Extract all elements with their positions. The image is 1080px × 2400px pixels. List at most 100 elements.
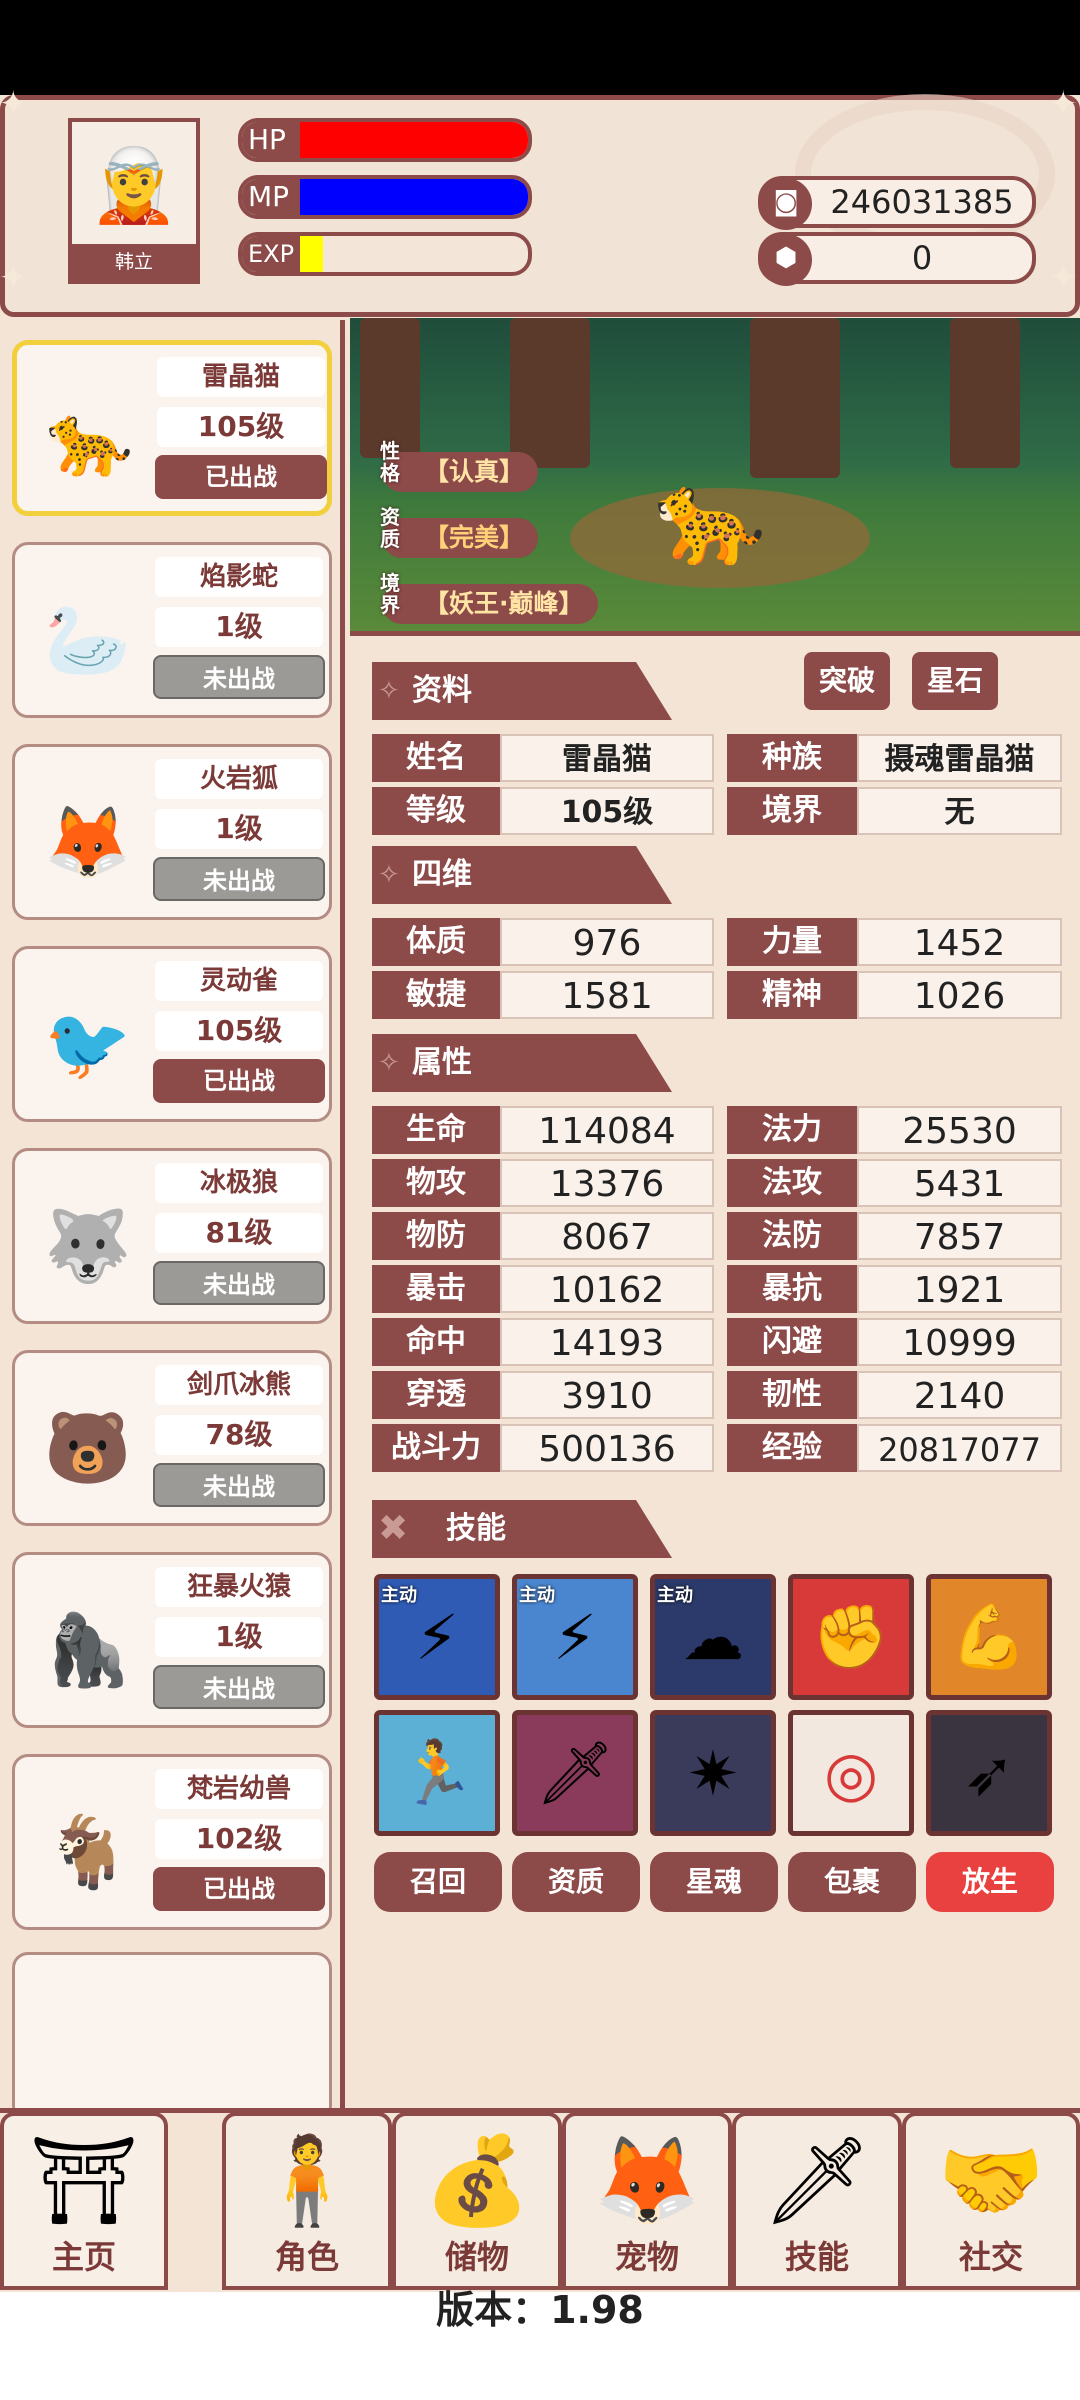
- nav-tab-sword[interactable]: 🗡 技能: [732, 2112, 902, 2290]
- pet-status-button[interactable]: 未出战: [153, 857, 325, 901]
- fist-skill-icon-glyph: ✊: [812, 1600, 890, 1673]
- corner-star-icon: ✦: [0, 84, 28, 124]
- pet-level: 105级: [157, 407, 325, 447]
- coin-counter[interactable]: ◙ 246031385: [758, 176, 1036, 230]
- stat-value: 20817077: [857, 1424, 1062, 1472]
- aptitude-button[interactable]: 资质: [512, 1852, 640, 1912]
- tree-trunk: [750, 318, 840, 478]
- stat-label: 法防: [727, 1212, 857, 1260]
- snake-icon: 🦢: [44, 598, 132, 681]
- nav-tab-pet-fox[interactable]: 🦊 宠物: [562, 2112, 732, 2290]
- lightning-cat-skill-icon[interactable]: ⚡ 主动: [374, 1574, 500, 1700]
- mp-bar: MP: [238, 175, 532, 219]
- exp-bar: EXP: [238, 232, 532, 276]
- pet-level: 102级: [155, 1819, 323, 1859]
- pet-card[interactable]: 🐐 梵岩幼兽 102级 已出战: [12, 1754, 332, 1930]
- pet-card[interactable]: 🐺 冰极狼 81级 未出战: [12, 1148, 332, 1324]
- nav-tab-character[interactable]: 🧍 角色: [222, 2112, 392, 2290]
- stat-label: 韧性: [727, 1371, 857, 1419]
- tree-trunk: [360, 318, 420, 458]
- panther-sprite-icon: 🐆: [653, 465, 767, 571]
- pet-status-button[interactable]: 未出战: [153, 655, 325, 699]
- stat-label: 姓名: [372, 734, 500, 782]
- stat-row: 姓名 雷晶猫 种族 摄魂雷晶猫: [372, 734, 1062, 786]
- recall-button[interactable]: 召回: [374, 1852, 502, 1912]
- stat-label: 敏捷: [372, 971, 500, 1019]
- section-header-info: ✧ 资料: [372, 662, 672, 720]
- gem-counter[interactable]: ⬢ 0: [758, 232, 1036, 286]
- pet-name: 梵岩幼兽: [155, 1769, 323, 1809]
- gem-icon: ⬢: [760, 234, 812, 286]
- crack-skill-icon-glyph: ✷: [687, 1736, 739, 1810]
- release-button[interactable]: 放生: [926, 1852, 1054, 1912]
- storm-cat-skill-icon[interactable]: ☁ 主动: [650, 1574, 776, 1700]
- pet-list[interactable]: 🐆 雷晶猫 105级 已出战 🦢 焰影蛇 1级 未出战 🦊 火岩狐 1级 未出战 🐦 灵动雀 105级 已出战…: [0, 320, 345, 2122]
- panther-icon: 🐆: [46, 398, 134, 481]
- empty-pet-slot[interactable]: [12, 1952, 332, 2122]
- slash-skill-icon[interactable]: 🗡: [512, 1710, 638, 1836]
- target-skill-icon[interactable]: ◎: [788, 1710, 914, 1836]
- nav-tab-handshake[interactable]: 🤝 社交: [902, 2112, 1080, 2290]
- stat-label: 命中: [372, 1318, 500, 1366]
- pet-card[interactable]: 🦍 狂暴火猿 1级 未出战: [12, 1552, 332, 1728]
- nav-tab-bag[interactable]: 💰 储物: [392, 2112, 562, 2290]
- player-avatar[interactable]: 🧝 韩立: [68, 118, 200, 284]
- inventory-button[interactable]: 包裹: [788, 1852, 916, 1912]
- pet-card[interactable]: 🦊 火岩狐 1级 未出战: [12, 744, 332, 920]
- mp-label: MP: [242, 179, 300, 215]
- stat-label: 境界: [727, 787, 857, 835]
- fist-skill-icon[interactable]: ✊: [788, 1574, 914, 1700]
- stat-value: 雷晶猫: [500, 734, 714, 782]
- muscle-skill-icon-glyph: 💪: [950, 1600, 1028, 1673]
- pet-card[interactable]: 🦢 焰影蛇 1级 未出战: [12, 542, 332, 718]
- pet-status-button[interactable]: 未出战: [153, 1665, 325, 1709]
- pet-status-button[interactable]: 未出战: [153, 1463, 325, 1507]
- hp-fill: [300, 122, 528, 158]
- pet-card[interactable]: 🐦 灵动雀 105级 已出战: [12, 946, 332, 1122]
- pet-fox-icon: 🦊: [593, 2131, 701, 2231]
- header-emblem: [795, 94, 1055, 254]
- pet-status-button[interactable]: 已出战: [153, 1867, 325, 1911]
- dash-skill-icon-glyph: ➶: [963, 1736, 1015, 1810]
- crack-skill-icon[interactable]: ✷: [650, 1710, 776, 1836]
- skill-active-tag: 主动: [381, 1585, 417, 1606]
- trait-realm: 境界 【妖王·巅峰】: [380, 572, 598, 624]
- speed-skill-icon[interactable]: 🏃: [374, 1710, 500, 1836]
- nav-tab-label: 宠物: [614, 2238, 679, 2276]
- star-soul-button[interactable]: 星魂: [650, 1852, 778, 1912]
- stat-row: 体质 976 力量 1452: [372, 918, 1062, 970]
- pet-card[interactable]: 🐆 雷晶猫 105级 已出战: [12, 340, 332, 516]
- stat-value: 1581: [500, 971, 714, 1019]
- trait-aptitude-key: 资质: [380, 505, 400, 551]
- pet-status-button[interactable]: 未出战: [153, 1261, 325, 1305]
- pet-card[interactable]: 🐻 剑爪冰熊 78级 未出战: [12, 1350, 332, 1526]
- stat-value: 10999: [857, 1318, 1062, 1366]
- stat-label: 经验: [727, 1424, 857, 1472]
- stat-value: 500136: [500, 1424, 714, 1472]
- pet-name: 冰极狼: [155, 1163, 323, 1203]
- nav-tab-label: 角色: [274, 2238, 339, 2276]
- tree-trunk: [950, 318, 1020, 468]
- pet-status-button[interactable]: 已出战: [153, 1059, 325, 1103]
- trait-personality-key: 性格: [380, 439, 400, 485]
- stat-label: 力量: [727, 918, 857, 966]
- starstone-button[interactable]: 星石: [912, 652, 998, 710]
- trait-realm-value: 【妖王·巅峰】: [424, 589, 584, 618]
- stat-value: 无: [857, 787, 1062, 835]
- breakthrough-button[interactable]: 突破: [804, 652, 890, 710]
- corner-star-icon: ✦: [1049, 84, 1078, 124]
- dash-skill-icon[interactable]: ➶: [926, 1710, 1052, 1836]
- thunder-cat-skill-icon[interactable]: ⚡ 主动: [512, 1574, 638, 1700]
- stat-label: 精神: [727, 971, 857, 1019]
- muscle-skill-icon[interactable]: 💪: [926, 1574, 1052, 1700]
- stat-label: 等级: [372, 787, 500, 835]
- pet-name: 狂暴火猿: [155, 1567, 323, 1607]
- nav-tab-home-gate[interactable]: ⛩ 主页: [0, 2112, 168, 2290]
- nav-tab-label: 社交: [958, 2238, 1023, 2276]
- pet-status-button[interactable]: 已出战: [155, 455, 327, 499]
- coin-icon: ◙: [760, 178, 812, 230]
- bird-icon: 🐦: [44, 1002, 132, 1085]
- trait-personality-value: 【认真】: [424, 457, 525, 486]
- trait-aptitude-value: 【完美】: [424, 523, 525, 552]
- pet-name: 火岩狐: [155, 759, 323, 799]
